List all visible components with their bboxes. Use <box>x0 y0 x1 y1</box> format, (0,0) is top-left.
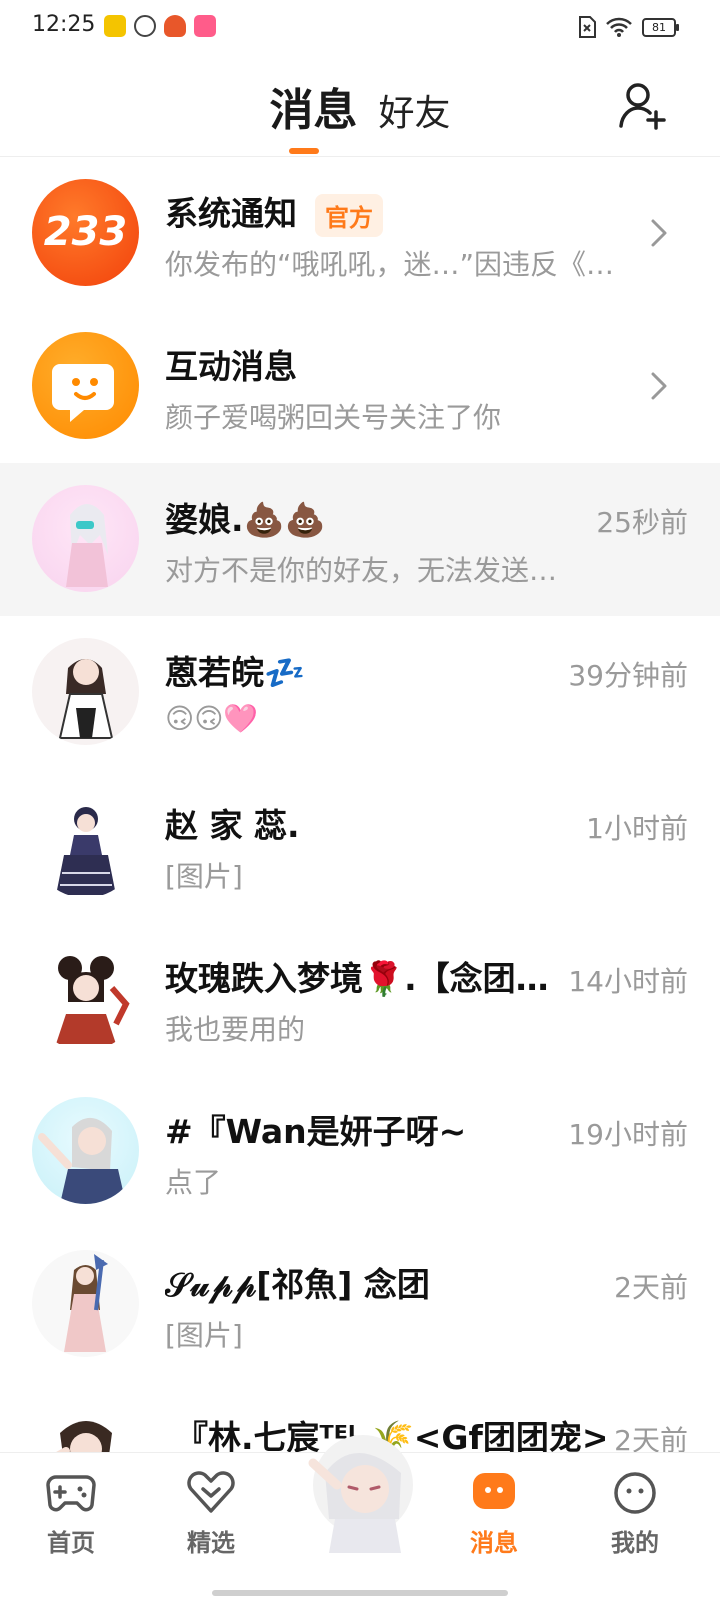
row-preview: 颜子爱喝粥回关号关注了你 <box>165 401 502 434</box>
chevron-right-icon <box>651 372 667 400</box>
conversation-row[interactable]: 赵 家 蕊. [图片] 1小时前 <box>0 769 720 922</box>
row-title: 互动消息 <box>165 347 297 386</box>
row-time: 25秒前 <box>596 506 688 539</box>
app-notification-icon <box>104 15 126 37</box>
row-time: 19小时前 <box>568 1118 688 1151</box>
interaction-avatar <box>32 332 139 439</box>
chat-bubble-icon <box>473 1473 515 1509</box>
row-title: 赵 家 蕊. <box>165 806 300 845</box>
status-system-icons: 81 <box>578 16 679 38</box>
nav-mine[interactable]: 我的 <box>590 1471 680 1558</box>
official-badge: 官方 <box>315 194 383 237</box>
row-title-text: 系统通知 <box>165 194 297 233</box>
row-time: 2天前 <box>614 1271 688 1304</box>
battery-indicator: 81 <box>642 17 679 37</box>
nav-messages[interactable]: 消息 <box>449 1471 539 1558</box>
status-notification-icons <box>104 15 216 37</box>
nav-mine-label: 我的 <box>611 1529 659 1557</box>
nav-featured-label: 精选 <box>187 1529 235 1557</box>
row-time: 14小时前 <box>568 965 688 998</box>
character-mascot-icon <box>308 1435 413 1553</box>
avatar <box>32 944 139 1051</box>
conversation-row[interactable]: #『Wan是妍子呀~ 点了 19小时前 <box>0 1075 720 1228</box>
nav-home[interactable]: 首页 <box>26 1471 116 1558</box>
nav-home-label: 首页 <box>47 1529 95 1557</box>
anime-character-avatar <box>66 504 108 587</box>
row-time: 1小时前 <box>586 812 688 845</box>
message-list: 233 系统通知 官方 你发布的“哦吼吼，迷…”因违反《… 互动消息 颜子爱喝粥回… <box>0 157 720 1534</box>
row-title: 玫瑰跌入梦境🌹.【念团… <box>165 959 549 998</box>
chevron-right-icon <box>651 219 667 247</box>
gamepad-icon <box>46 1475 96 1512</box>
message-row-interactions[interactable]: 互动消息 颜子爱喝粥回关号关注了你 <box>0 310 720 463</box>
avatar-logo-text: 233 <box>43 209 128 255</box>
chat-bubble-smile-icon <box>52 364 114 422</box>
app-notification-icon <box>194 15 216 37</box>
anime-character-avatar <box>64 1254 108 1352</box>
row-preview: 点了 <box>165 1166 222 1199</box>
avatar <box>32 1097 139 1204</box>
tab-friends[interactable]: 好友 <box>379 93 451 134</box>
row-title: 婆娘.💩💩 <box>165 500 326 539</box>
anime-character-avatar <box>56 956 130 1044</box>
nav-featured[interactable]: 精选 <box>166 1471 256 1558</box>
row-time: 39分钟前 <box>568 659 688 692</box>
header-tabs: 消息 好友 <box>0 74 720 138</box>
conversation-row[interactable]: 𝒮𝓊𝓅𝓅[祁魚] 念团 [图片] 2天前 <box>0 1228 720 1381</box>
message-row-system-notice[interactable]: 233 系统通知 官方 你发布的“哦吼吼，迷…”因违反《… <box>0 157 720 310</box>
home-indicator-bar[interactable] <box>212 1590 508 1596</box>
anime-character-avatar <box>38 1117 126 1204</box>
avatar <box>32 1250 139 1357</box>
avatar <box>32 638 139 745</box>
conversation-row[interactable]: 婆娘.💩💩 对方不是你的好友，无法发送… 25秒前 <box>0 463 720 616</box>
nav-center-character[interactable] <box>305 1423 415 1555</box>
row-preview: 我也要用的 <box>165 1013 306 1046</box>
system-notice-avatar: 233 <box>32 179 139 286</box>
wifi-icon <box>606 17 632 37</box>
row-title: 系统通知 官方 <box>165 187 383 237</box>
messages-header: 消息 好友 <box>0 56 720 157</box>
row-title: 蒽若皖💤 <box>165 653 306 692</box>
no-sim-icon <box>579 16 596 38</box>
tab-messages[interactable]: 消息 <box>269 85 357 136</box>
avatar <box>32 791 139 898</box>
row-preview: [图片] <box>165 1319 243 1352</box>
app-notification-icon <box>134 15 156 37</box>
app-notification-icon <box>164 15 186 37</box>
add-friend-icon[interactable] <box>616 78 670 132</box>
profile-face-icon <box>614 1472 656 1514</box>
heart-gem-icon <box>187 1471 235 1513</box>
row-preview: 你发布的“哦吼吼，迷…”因违反《… <box>165 248 615 281</box>
avatar <box>32 485 139 592</box>
conversation-row[interactable]: 蒽若皖💤 🙃🙃🩷 39分钟前 <box>0 616 720 769</box>
nav-messages-label: 消息 <box>470 1529 518 1557</box>
anime-character-avatar <box>56 807 116 895</box>
status-time: 12:25 <box>32 12 96 37</box>
status-bar: 12:25 81 <box>0 0 720 56</box>
row-title: 𝒮𝓊𝓅𝓅[祁魚] 念团 <box>165 1265 430 1304</box>
bottom-navigation: 首页 精选 消息 我的 <box>0 1435 720 1601</box>
active-tab-indicator <box>289 148 319 154</box>
row-preview: 🙃🙃🩷 <box>165 702 259 735</box>
row-preview: [图片] <box>165 860 243 893</box>
anime-character-avatar <box>58 659 114 739</box>
conversation-row[interactable]: 玫瑰跌入梦境🌹.【念团… 我也要用的 14小时前 <box>0 922 720 1075</box>
row-title: #『Wan是妍子呀~ <box>165 1112 467 1151</box>
row-preview: 对方不是你的好友，无法发送… <box>165 554 558 587</box>
